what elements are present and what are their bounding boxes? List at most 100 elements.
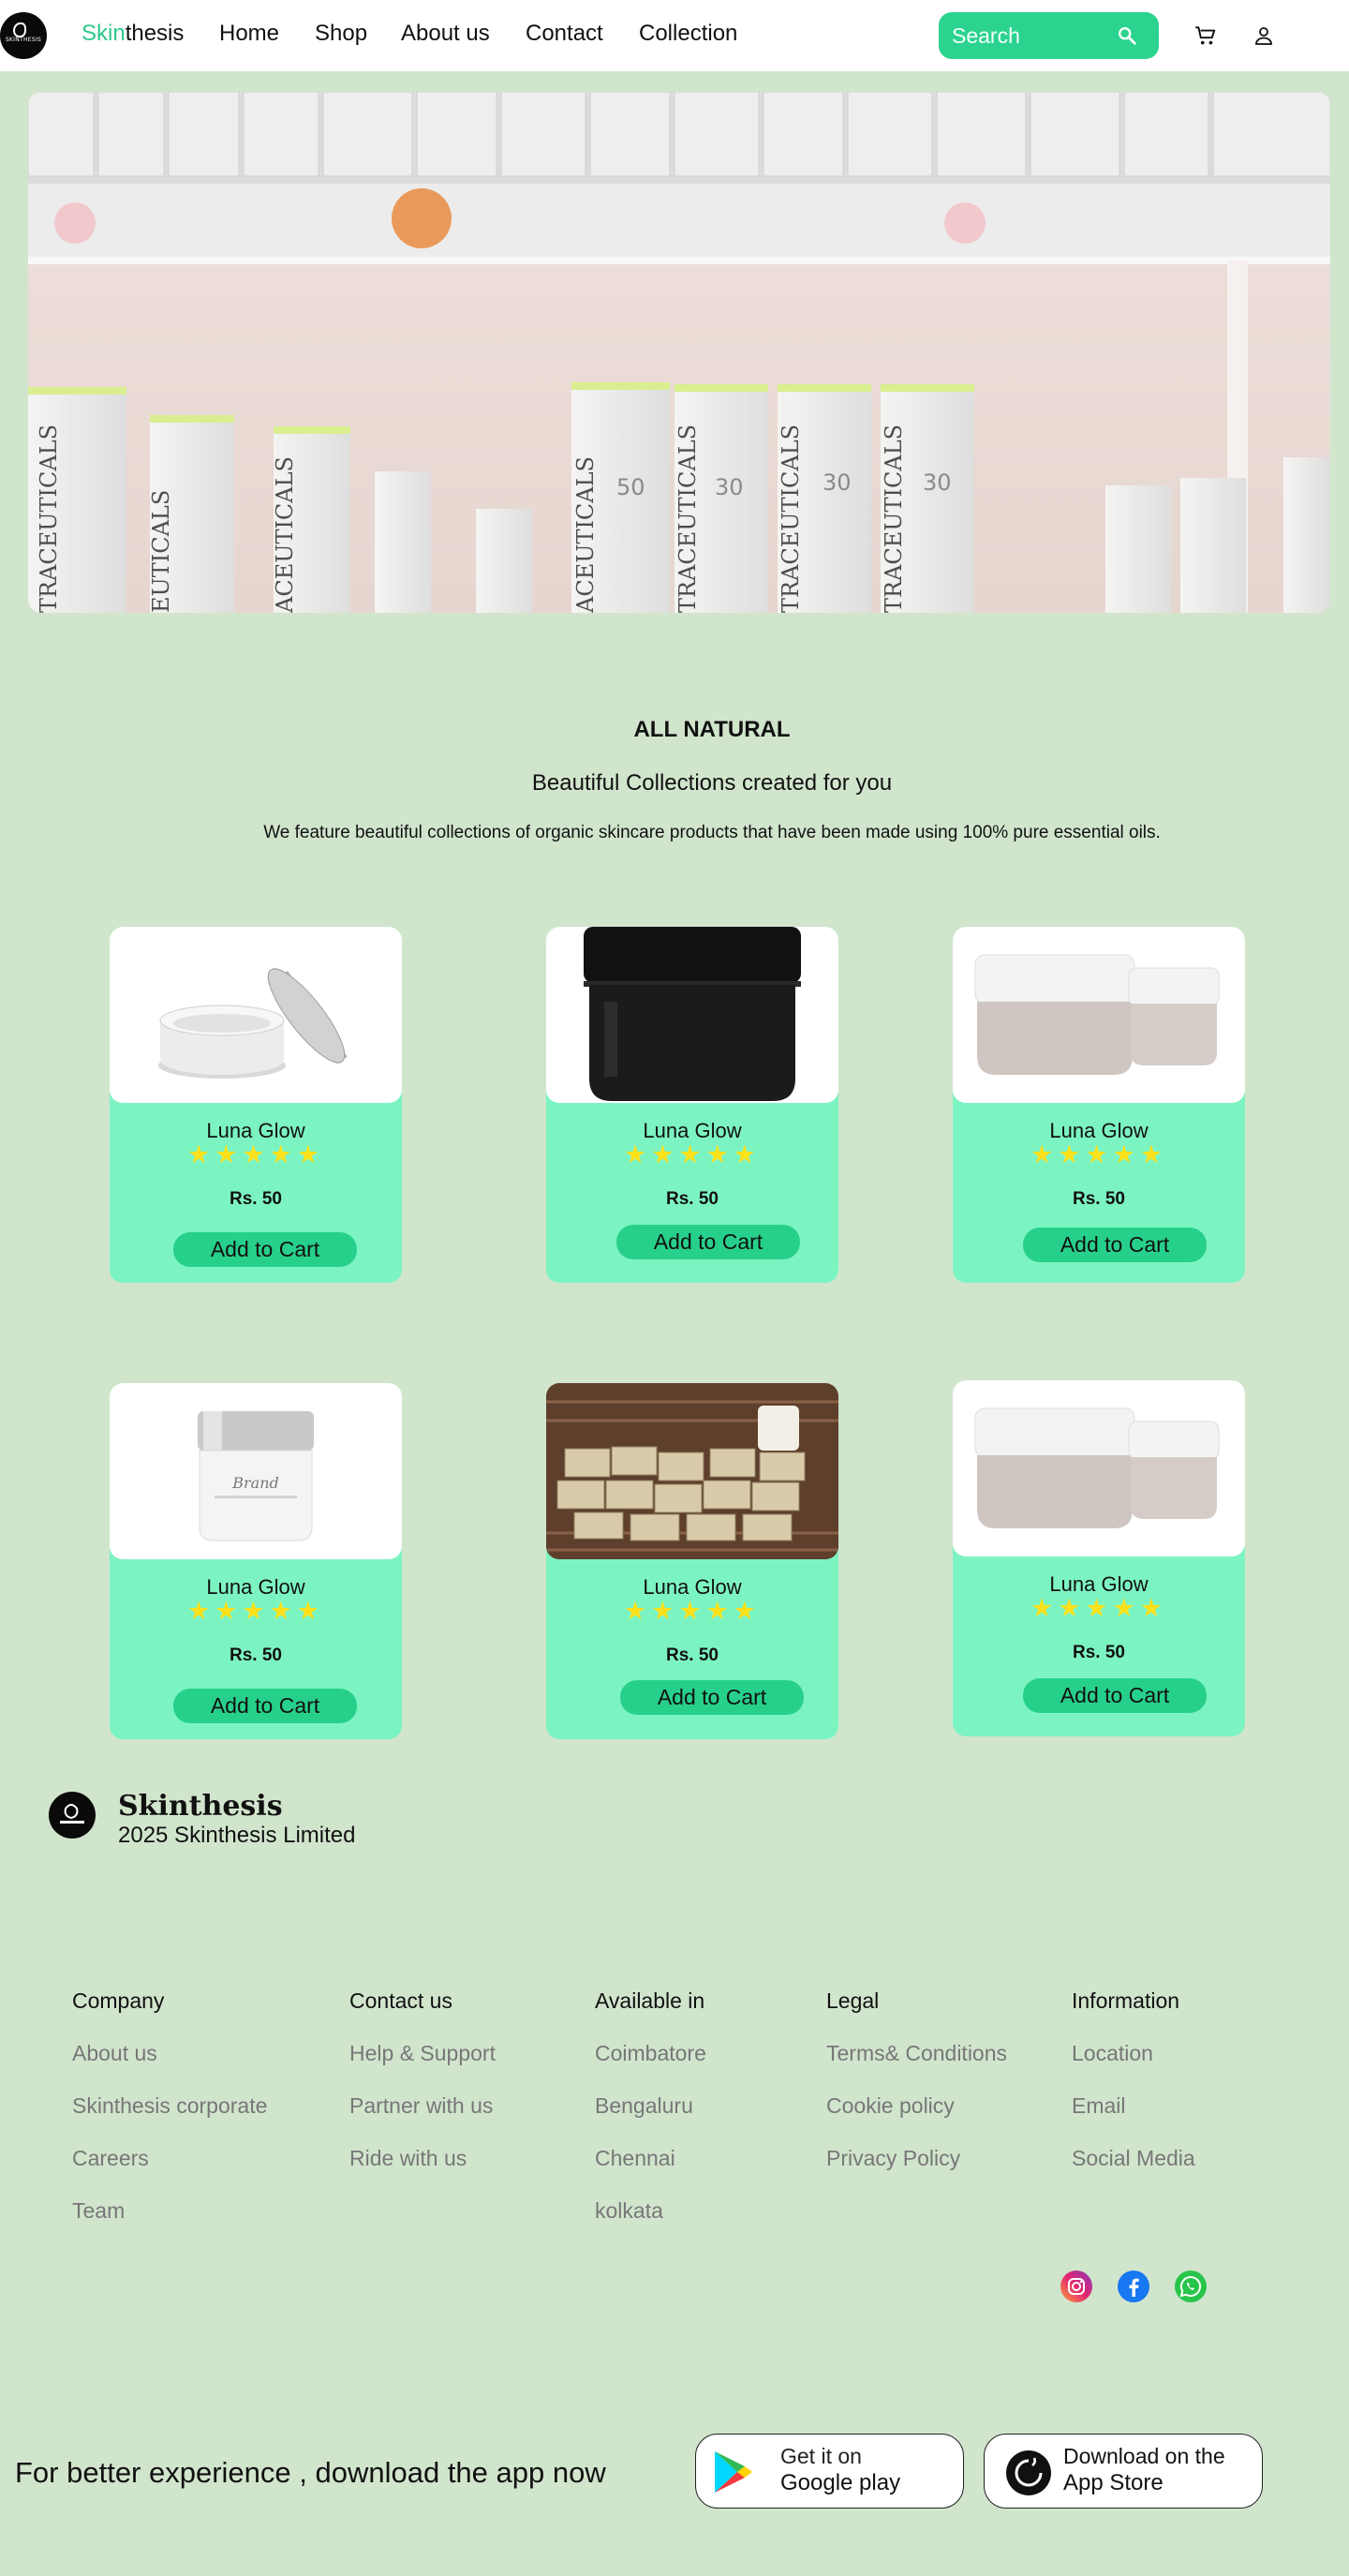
add-to-cart-button[interactable]: Add to Cart xyxy=(173,1689,357,1723)
add-to-cart-button[interactable]: Add to Cart xyxy=(616,1225,800,1259)
star-rating: ★★★★★ xyxy=(1030,1594,1168,1622)
search-bar xyxy=(939,12,1159,59)
product-price: Rs. 50 xyxy=(230,1189,282,1209)
svg-text:TRACEUTICALS: TRACEUTICALS xyxy=(36,424,62,613)
star-rating: ★★★★★ xyxy=(623,1140,762,1169)
brand-rest: thesis xyxy=(125,21,185,46)
footer-column-title: Legal xyxy=(826,1988,880,2013)
product-card[interactable]: Luna Glow ★★★★★ Rs. 50 Add to Cart xyxy=(546,1383,838,1739)
top-navbar: SKINTHESIS Skinthesis Home Shop About us… xyxy=(0,0,1349,71)
footer-link[interactable]: Help & Support xyxy=(349,2041,496,2093)
google-play-button[interactable]: Get it on Google play xyxy=(695,2434,964,2509)
footer-link[interactable]: Social Media xyxy=(1072,2146,1195,2198)
product-image xyxy=(953,1380,1245,1556)
footer-column-title: Contact us xyxy=(349,1988,452,2013)
footer-column-title: Available in xyxy=(595,1988,705,2013)
search-icon[interactable] xyxy=(1117,25,1137,46)
svg-text:TRACEUTICALS: TRACEUTICALS xyxy=(881,424,907,613)
footer-link[interactable]: Team xyxy=(72,2198,267,2251)
nav-link-about-us[interactable]: About us xyxy=(401,21,490,47)
product-image xyxy=(110,927,402,1103)
star-rating: ★★★★★ xyxy=(186,1140,325,1169)
product-card[interactable]: Luna Glow ★★★★★ Rs. 50 Add to Cart xyxy=(953,1380,1245,1736)
svg-text:30: 30 xyxy=(923,469,952,496)
svg-text:EUTICALS: EUTICALS xyxy=(148,490,174,613)
footer-link[interactable]: Coimbatore xyxy=(595,2041,706,2093)
footer-copyright: 2025 Skinthesis Limited xyxy=(118,1823,356,1848)
search-input[interactable] xyxy=(952,22,1111,50)
product-price: Rs. 50 xyxy=(230,1645,282,1665)
footer-column-available-in: Available in Coimbatore Bengaluru Chenna… xyxy=(595,1988,706,2251)
footer-logo[interactable] xyxy=(49,1792,96,1839)
add-to-cart-button[interactable]: Add to Cart xyxy=(1023,1678,1207,1713)
nav-link-contact[interactable]: Contact xyxy=(526,21,603,47)
facebook-icon[interactable] xyxy=(1117,2270,1150,2303)
svg-text:Brand: Brand xyxy=(231,1474,279,1492)
footer-link[interactable]: Careers xyxy=(72,2146,267,2198)
footer-link[interactable]: kolkata xyxy=(595,2198,706,2251)
product-image: Brand xyxy=(110,1383,402,1559)
footer-column-information: Information Location Email Social Media xyxy=(1072,1988,1195,2198)
footer-column-title: Company xyxy=(72,1988,165,2013)
product-card[interactable]: Luna Glow ★★★★★ Rs. 50 Add to Cart xyxy=(110,927,402,1283)
footer-link[interactable]: Email xyxy=(1072,2093,1195,2146)
brand-accent: Skin xyxy=(82,21,126,46)
product-price: Rs. 50 xyxy=(666,1645,719,1665)
product-card[interactable]: Luna Glow ★★★★★ Rs. 50 Add to Cart xyxy=(546,927,838,1283)
nav-link-home[interactable]: Home xyxy=(219,21,279,47)
footer-link[interactable]: Chennai xyxy=(595,2146,706,2198)
footer-link[interactable]: Partner with us xyxy=(349,2093,496,2146)
logo[interactable]: SKINTHESIS xyxy=(0,12,47,59)
svg-text:ACEUTICALS: ACEUTICALS xyxy=(572,456,599,613)
footer-column-title: Information xyxy=(1072,1988,1180,2013)
apple-icon xyxy=(1006,2450,1051,2495)
add-to-cart-button[interactable]: Add to Cart xyxy=(1023,1228,1207,1262)
footer-link[interactable]: Skinthesis corporate xyxy=(72,2093,267,2146)
product-card[interactable]: Brand Luna Glow ★★★★★ Rs. 50 Add to Cart xyxy=(110,1383,402,1739)
nav-link-collection[interactable]: Collection xyxy=(639,21,737,47)
section-description: We feature beautiful collections of orga… xyxy=(263,823,1161,842)
svg-text:TRACEUTICALS: TRACEUTICALS xyxy=(674,424,701,613)
product-price: Rs. 50 xyxy=(666,1189,719,1209)
footer-link[interactable]: Privacy Policy xyxy=(826,2146,1007,2198)
svg-text:30: 30 xyxy=(823,469,852,496)
footer-column-company: Company About us Skinthesis corporate Ca… xyxy=(72,1988,267,2251)
skincare-shelf-photo: TRACEUTICALS EUTICALS ACEUTICALS ACEUTIC… xyxy=(28,92,1330,613)
instagram-icon[interactable] xyxy=(1060,2270,1093,2303)
footer-link[interactable]: Ride with us xyxy=(349,2146,496,2198)
logo-text: SKINTHESIS xyxy=(5,36,42,43)
nav-link-shop[interactable]: Shop xyxy=(315,21,367,47)
product-price: Rs. 50 xyxy=(1073,1643,1125,1662)
leaf-logo-icon xyxy=(13,22,26,37)
google-play-line2: Google play xyxy=(780,2470,901,2495)
footer-column-legal: Legal Terms& Conditions Cookie policy Pr… xyxy=(826,1988,1007,2198)
leaf-logo-icon xyxy=(60,1804,84,1824)
app-store-line2: App Store xyxy=(1063,2470,1164,2495)
product-card[interactable]: Luna Glow ★★★★★ Rs. 50 Add to Cart xyxy=(953,927,1245,1283)
svg-text:50: 50 xyxy=(616,474,645,500)
footer-link[interactable]: About us xyxy=(72,2041,267,2093)
product-image xyxy=(546,927,838,1103)
footer-link[interactable]: Location xyxy=(1072,2041,1195,2093)
svg-text:30: 30 xyxy=(715,474,744,500)
footer-link[interactable]: Cookie policy xyxy=(826,2093,1007,2146)
footer-link[interactable]: Terms& Conditions xyxy=(826,2041,1007,2093)
footer-link[interactable]: Bengaluru xyxy=(595,2093,706,2146)
add-to-cart-button[interactable]: Add to Cart xyxy=(173,1232,357,1267)
svg-text:ACEUTICALS: ACEUTICALS xyxy=(272,456,298,613)
user-icon[interactable] xyxy=(1253,23,1275,48)
app-store-line1: Download on the xyxy=(1063,2444,1225,2468)
product-image xyxy=(953,927,1245,1103)
app-download-prompt: For better experience , download the app… xyxy=(15,2456,606,2489)
star-rating: ★★★★★ xyxy=(1030,1140,1168,1169)
add-to-cart-button[interactable]: Add to Cart xyxy=(620,1680,804,1715)
footer-column-contact: Contact us Help & Support Partner with u… xyxy=(349,1988,496,2198)
section-kicker: ALL NATURAL xyxy=(633,717,791,742)
brand-name[interactable]: Skinthesis xyxy=(82,21,184,47)
star-rating: ★★★★★ xyxy=(623,1597,762,1625)
hero-banner-image: TRACEUTICALS EUTICALS ACEUTICALS ACEUTIC… xyxy=(28,92,1330,613)
whatsapp-icon[interactable] xyxy=(1174,2270,1208,2303)
google-play-line1: Get it on xyxy=(780,2444,862,2468)
cart-icon[interactable] xyxy=(1193,23,1218,48)
app-store-button[interactable]: Download on the App Store xyxy=(984,2434,1263,2509)
